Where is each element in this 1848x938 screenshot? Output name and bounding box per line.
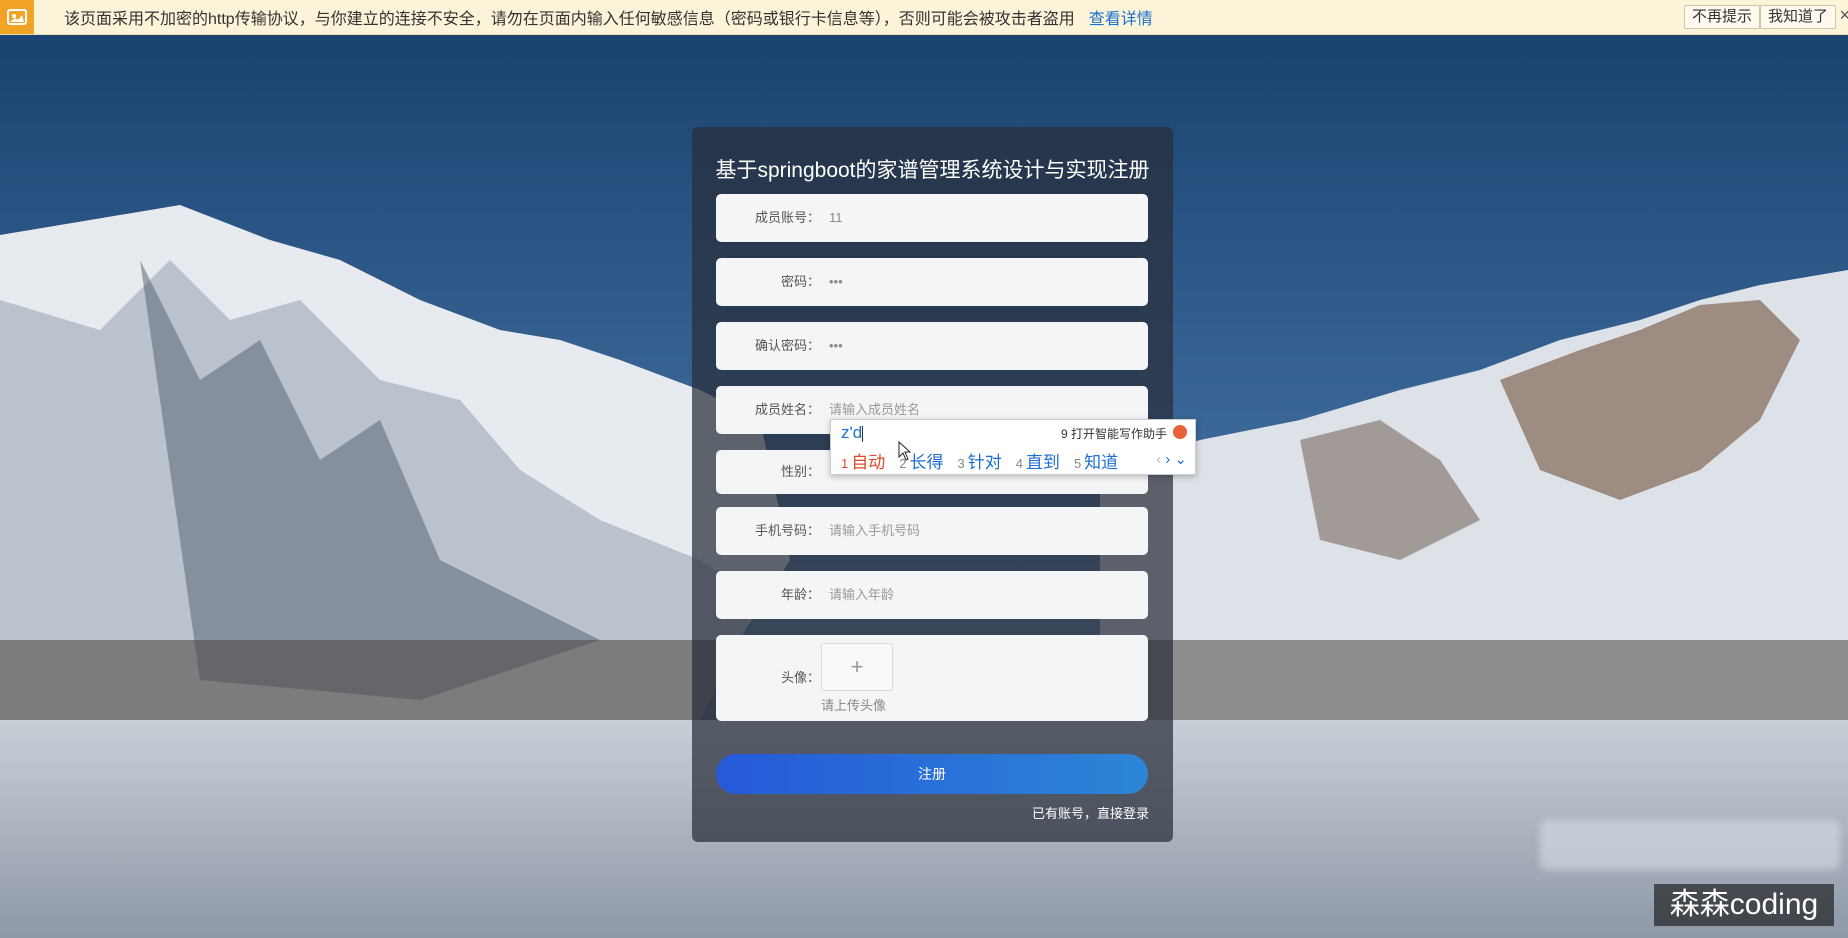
view-details-link[interactable]: 查看详情 <box>1089 5 1153 29</box>
age-label: 年龄： <box>780 587 820 602</box>
confirm-password-label: 确认密码： <box>754 338 820 353</box>
name-label: 成员姓名： <box>754 402 820 417</box>
page-title: 基于springboot的家谱管理系统设计与实现注册 <box>715 159 1150 182</box>
password-field[interactable]: 密码： ••• <box>716 258 1148 306</box>
avatar-field: 头像： + 请上传头像 <box>716 635 1148 721</box>
avatar-label: 头像： <box>780 670 820 685</box>
password-label: 密码： <box>780 274 820 289</box>
ime-composition-text: z'd <box>841 423 863 442</box>
ime-candidate[interactable]: 3 针对 <box>957 448 1001 473</box>
plus-icon: + <box>850 654 864 679</box>
ime-candidate[interactable]: 5 知道 <box>1074 448 1118 473</box>
phone-label: 手机号码： <box>754 523 820 538</box>
warning-message: 该页面采用不加密的http传输协议，与你建立的连接不安全，请勿在页面内输入任何敏… <box>64 11 1075 28</box>
register-panel: 基于springboot的家谱管理系统设计与实现注册 成员账号： 11 密码： … <box>692 127 1173 842</box>
ime-candidate[interactable]: 4 直到 <box>1016 448 1060 473</box>
dont-remind-button[interactable]: 不再提示 <box>1683 5 1760 29</box>
ime-page-nav: ‹ › ⌄ <box>1156 450 1187 468</box>
ime-assistant-link[interactable]: 9 打开智能写作助手 <box>1061 425 1167 442</box>
got-it-button[interactable]: 我知道了 <box>1759 5 1836 29</box>
account-label: 成员账号： <box>754 210 820 225</box>
ime-candidate-list: 1 自动 2 长得 3 针对 4 直到 5 知道 <box>841 448 1132 473</box>
phone-field[interactable]: 手机号码： 请输入手机号码 <box>716 507 1148 555</box>
avatar-upload-button[interactable]: + <box>821 643 893 691</box>
expand-chevron-icon[interactable]: ⌄ <box>1174 451 1187 468</box>
avatar-upload-hint: 请上传头像 <box>821 698 887 713</box>
account-field[interactable]: 成员账号： 11 <box>716 194 1148 242</box>
watermark: 森森coding <box>1654 884 1834 926</box>
prev-page-icon[interactable]: ‹ <box>1156 451 1161 468</box>
blurred-widget <box>1540 820 1840 870</box>
account-input[interactable]: 11 <box>829 194 843 242</box>
security-warning-bar: 该页面采用不加密的http传输协议，与你建立的连接不安全，请勿在页面内输入任何敏… <box>0 0 1848 35</box>
phone-input[interactable]: 请输入手机号码 <box>829 507 920 555</box>
close-icon[interactable]: × <box>1839 5 1848 26</box>
mouse-cursor-icon <box>898 441 912 461</box>
password-input[interactable]: ••• <box>829 258 843 306</box>
age-input[interactable]: 请输入年龄 <box>829 571 894 619</box>
ime-composition: z'd <box>841 423 864 443</box>
gender-label: 性别： <box>780 464 820 479</box>
confirm-password-input[interactable]: ••• <box>829 322 843 370</box>
register-button[interactable]: 注册 <box>716 754 1148 794</box>
confirm-password-field[interactable]: 确认密码： ••• <box>716 322 1148 370</box>
next-page-icon[interactable]: › <box>1165 451 1170 468</box>
ime-candidate[interactable]: 1 自动 <box>841 448 885 473</box>
warning-icon <box>0 0 34 34</box>
ime-candidate-popup: z'd 9 打开智能写作助手 1 自动 2 长得 3 针对 4 直到 5 知道 ‹ › ⌄ <box>830 419 1196 475</box>
age-field[interactable]: 年龄： 请输入年龄 <box>716 571 1148 619</box>
assistant-icon[interactable] <box>1173 425 1187 439</box>
login-link[interactable]: 已有账号，直接登录 <box>1032 803 1149 822</box>
